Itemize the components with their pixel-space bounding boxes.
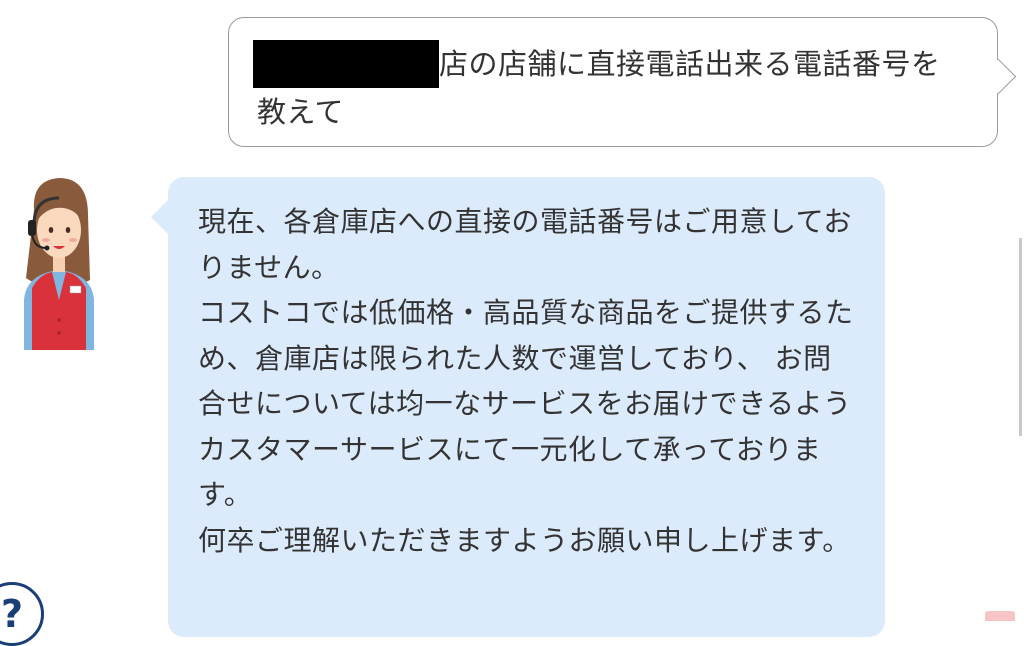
bot-message-bubble: 現在、各倉庫店への直接の電話番号はご用意しておりません。 コストコでは低価格・高… [151,177,885,637]
corner-widget[interactable] [985,611,1015,621]
scrollbar[interactable] [1019,238,1022,436]
bot-message-paragraph: 何卒ご理解いただきますようお願い申し上げます。 [198,523,851,557]
help-button[interactable]: ? [0,582,44,646]
user-message-bubble: 店の店舗に直接電話出来る電話番号を 教えて [228,17,1017,147]
bot-bubble-tail [151,200,185,234]
bot-message-paragraph: コストコでは低価格・高品質な商品をご提供するため、倉庫店は限られた人数で運営して… [198,296,854,511]
user-message-line-1: 店の店舗に直接電話出来る電話番号を [253,40,969,88]
user-message-line-2: 教えて [257,95,345,129]
bot-message-paragraph: 現在、各倉庫店への直接の電話番号はご用意しておりません。 [198,205,852,284]
user-bubble-tail [980,58,1017,95]
redacted-store-name [253,40,439,88]
support-agent-avatar-icon [24,178,94,350]
user-message-text: 店の店舗に直接電話出来る電話番号を [439,47,941,81]
question-mark-icon: ? [0,592,24,636]
